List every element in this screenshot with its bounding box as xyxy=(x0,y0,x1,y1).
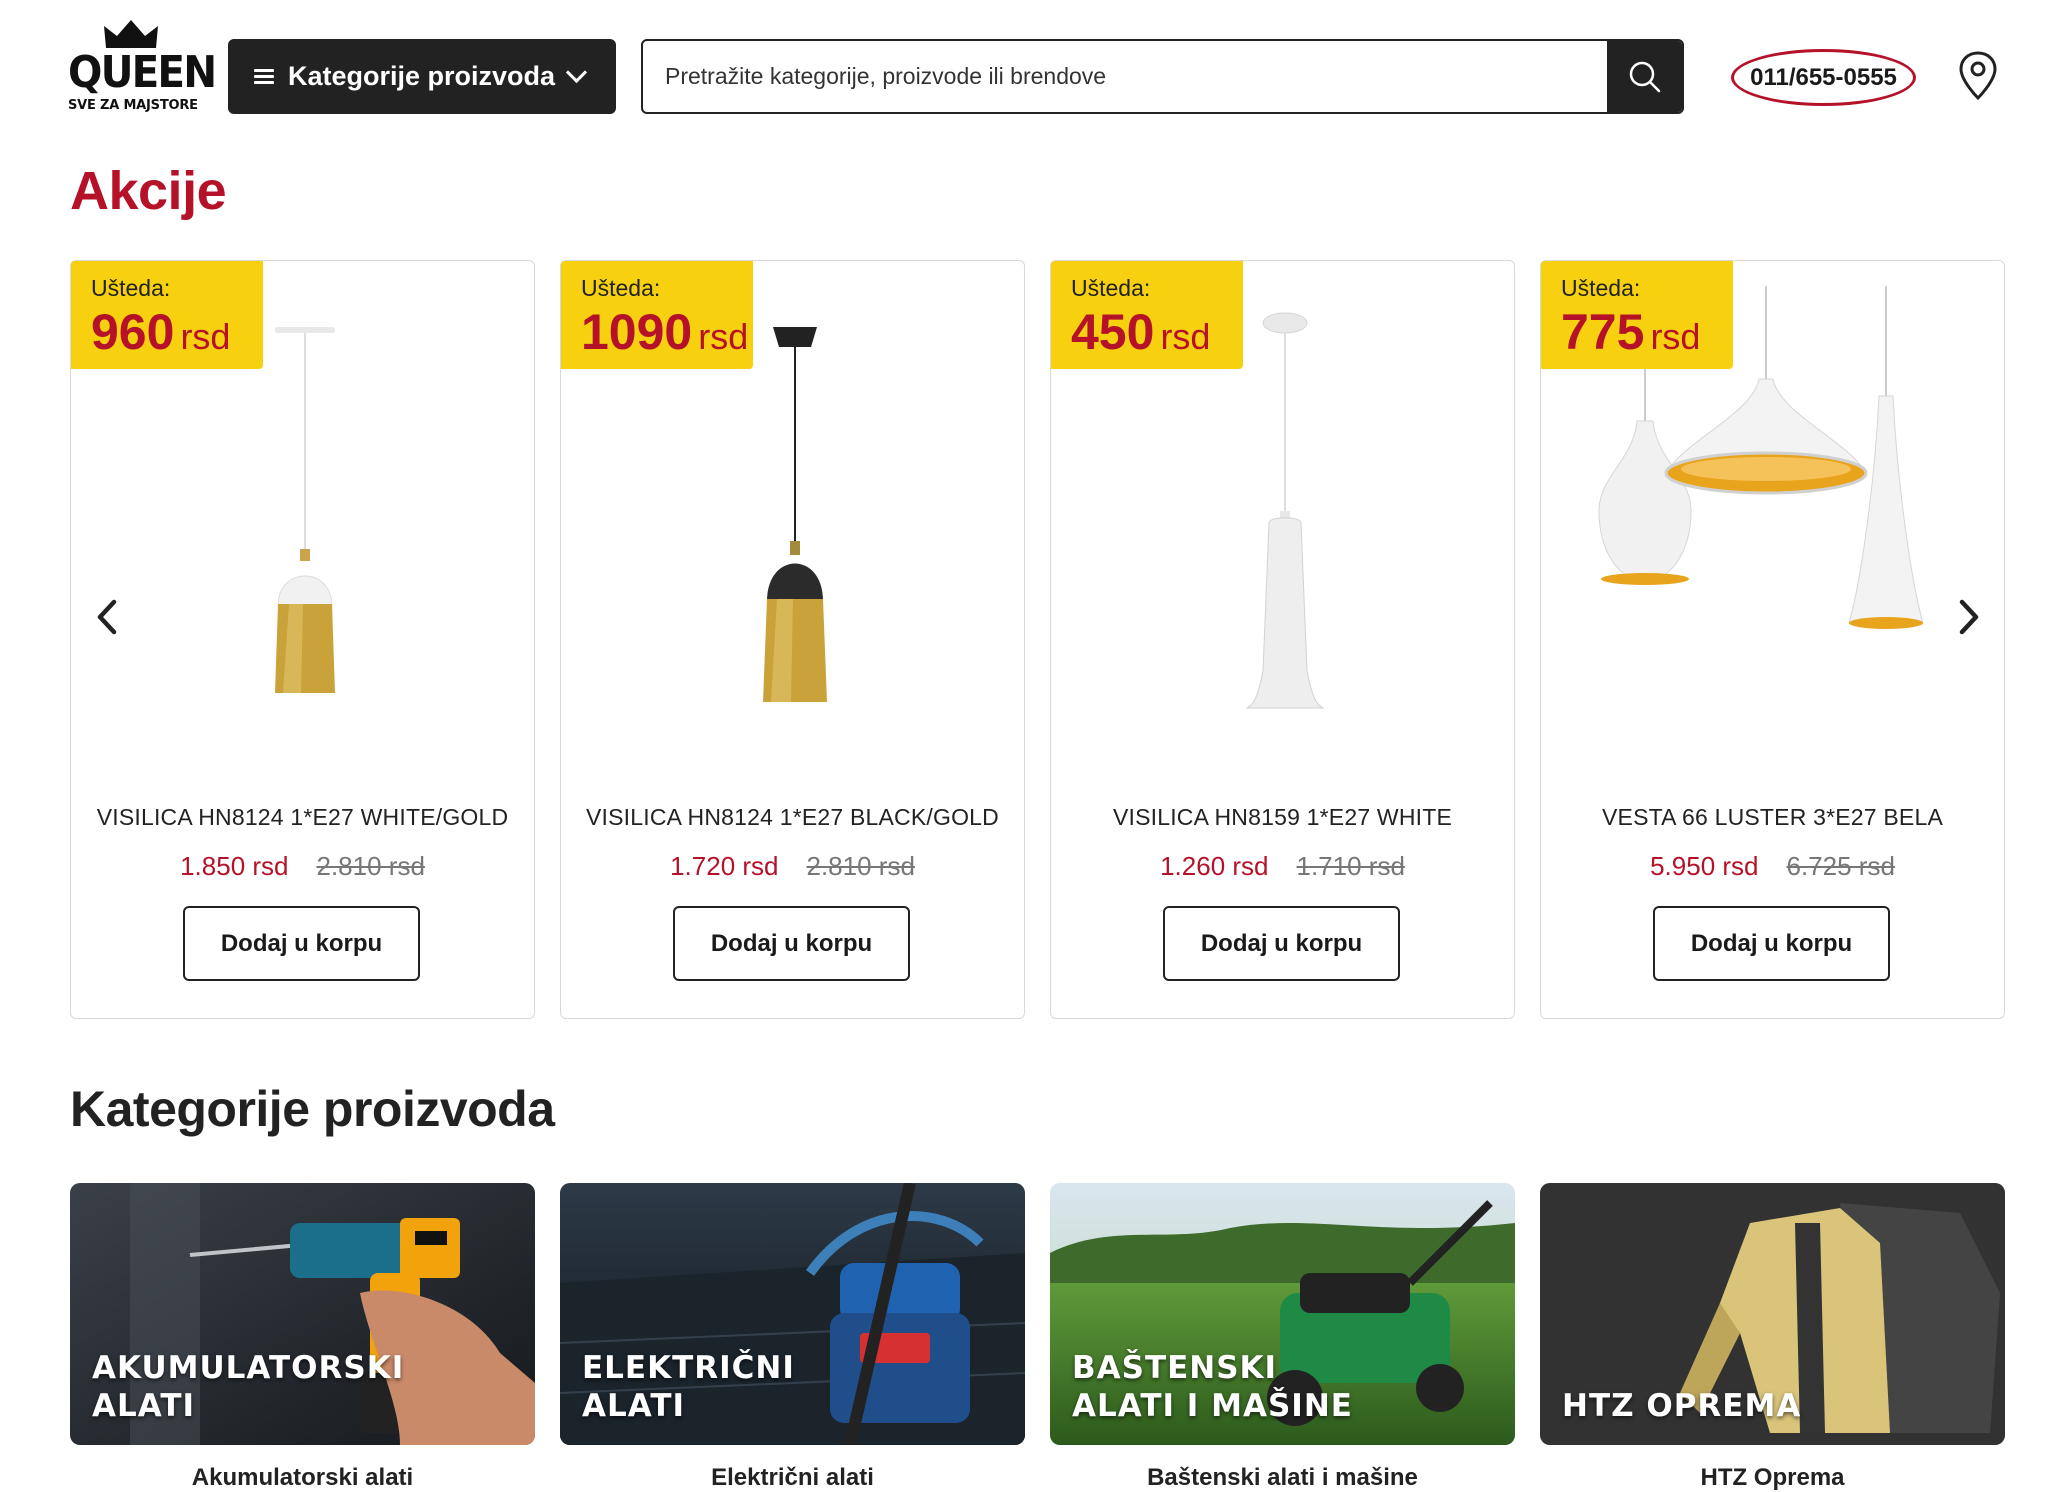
add-to-cart-button[interactable]: Dodaj u korpu xyxy=(1163,906,1400,981)
savings-amount: 960 rsd xyxy=(91,304,231,360)
current-price: 1.720 rsd xyxy=(670,851,779,881)
logo-tagline: SVE ZA MAJSTORE xyxy=(68,98,198,113)
product-prices: 1.850 rsd 2.810 rsd xyxy=(71,851,534,882)
product-card[interactable]: Ušteda: 450 rsd VISILICA HN8159 1*E27 WHI… xyxy=(1050,260,1515,1019)
savings-amount: 775 rsd xyxy=(1561,304,1701,360)
savings-badge: Ušteda: 960 rsd xyxy=(71,261,263,369)
old-price: 1.710 rsd xyxy=(1296,851,1405,881)
current-price: 5.950 rsd xyxy=(1650,851,1759,881)
chevron-left-icon[interactable] xyxy=(88,596,128,638)
savings-label: Ušteda: xyxy=(91,275,171,301)
product-name[interactable]: VISILICA HN8124 1*E27 BLACK/GOLD xyxy=(561,804,1024,831)
old-price: 6.725 rsd xyxy=(1786,851,1895,881)
category-caption[interactable]: Akumulatorski alati xyxy=(70,1464,535,1492)
chevron-right-icon[interactable] xyxy=(1948,596,1988,638)
savings-amount: 1090 rsd xyxy=(581,304,749,360)
product-prices: 5.950 rsd 6.725 rsd xyxy=(1541,851,2004,882)
category-tile[interactable]: ELEKTRIČNI ALATI xyxy=(560,1183,1025,1445)
savings-label: Ušteda: xyxy=(1561,275,1641,301)
add-to-cart-button[interactable]: Dodaj u korpu xyxy=(673,906,910,981)
current-price: 1.850 rsd xyxy=(180,851,289,881)
product-prices: 1.720 rsd 2.810 rsd xyxy=(561,851,1024,882)
logo-brand: QUEEN xyxy=(68,47,217,98)
category-caption[interactable]: HTZ Oprema xyxy=(1540,1464,2005,1492)
product-name[interactable]: VISILICA HN8124 1*E27 WHITE/GOLD xyxy=(71,804,534,831)
categories-menu-label: Kategorije proizvoda xyxy=(288,61,556,91)
old-price: 2.810 rsd xyxy=(806,851,915,881)
categories-title: Kategorije proizvoda xyxy=(70,1081,555,1137)
product-name[interactable]: VESTA 66 LUSTER 3*E27 BELA xyxy=(1541,804,2004,831)
chevron-down-icon xyxy=(565,61,588,84)
product-name[interactable]: VISILICA HN8159 1*E27 WHITE xyxy=(1051,804,1514,831)
search-bar xyxy=(641,39,1684,114)
savings-badge: Ušteda: 450 rsd xyxy=(1051,261,1243,369)
product-card[interactable]: Ušteda: 775 rsd VESTA 66 LUSTER 3*E27 BEL… xyxy=(1540,260,2005,1019)
search-input[interactable] xyxy=(643,41,1608,112)
category-tile[interactable]: HTZ OPREMA xyxy=(1540,1183,2005,1445)
savings-badge: Ušteda: 775 rsd xyxy=(1541,261,1733,369)
savings-label: Ušteda: xyxy=(581,275,661,301)
location-pin-icon[interactable] xyxy=(1958,50,1998,102)
category-overlay-title: BAŠTENSKI ALATI I MAŠINE xyxy=(1072,1350,1353,1424)
product-card[interactable]: Ušteda: 960 rsd VISILICA HN8124 1*E27 WHI… xyxy=(70,260,535,1019)
category-caption[interactable]: Električni alati xyxy=(560,1464,1025,1492)
deals-title: Akcije xyxy=(70,161,227,221)
product-card[interactable]: Ušteda: 1090 rsd VISILICA HN8124 1*E27 BL… xyxy=(560,260,1025,1019)
current-price: 1.260 rsd xyxy=(1160,851,1269,881)
category-overlay-title: HTZ OPREMA xyxy=(1562,1388,1802,1424)
savings-label: Ušteda: xyxy=(1071,275,1151,301)
add-to-cart-button[interactable]: Dodaj u korpu xyxy=(1653,906,1890,981)
queen-logo[interactable]: QUEEN SVE ZA MAJSTORE xyxy=(68,18,217,118)
category-overlay-title: ELEKTRIČNI ALATI xyxy=(582,1350,795,1424)
old-price: 2.810 rsd xyxy=(316,851,425,881)
product-prices: 1.260 rsd 1.710 rsd xyxy=(1051,851,1514,882)
savings-amount: 450 rsd xyxy=(1071,304,1211,360)
phone-number[interactable]: 011/655-0555 xyxy=(1731,49,1916,106)
hamburger-icon xyxy=(254,68,274,85)
site-header: QUEEN SVE ZA MAJSTORE Kategorije proizvo… xyxy=(0,0,2066,150)
add-to-cart-button[interactable]: Dodaj u korpu xyxy=(183,906,420,981)
search-icon xyxy=(1629,61,1660,92)
categories-menu-button[interactable]: Kategorije proizvoda xyxy=(228,39,616,114)
search-button[interactable] xyxy=(1607,41,1682,112)
savings-badge: Ušteda: 1090 rsd xyxy=(561,261,753,369)
category-caption[interactable]: Baštenski alati i mašine xyxy=(1050,1464,1515,1492)
category-overlay-title: AKUMULATORSKI ALATI xyxy=(92,1350,405,1424)
category-tile[interactable]: BAŠTENSKI ALATI I MAŠINE xyxy=(1050,1183,1515,1445)
category-tile[interactable]: AKUMULATORSKI ALATI xyxy=(70,1183,535,1445)
